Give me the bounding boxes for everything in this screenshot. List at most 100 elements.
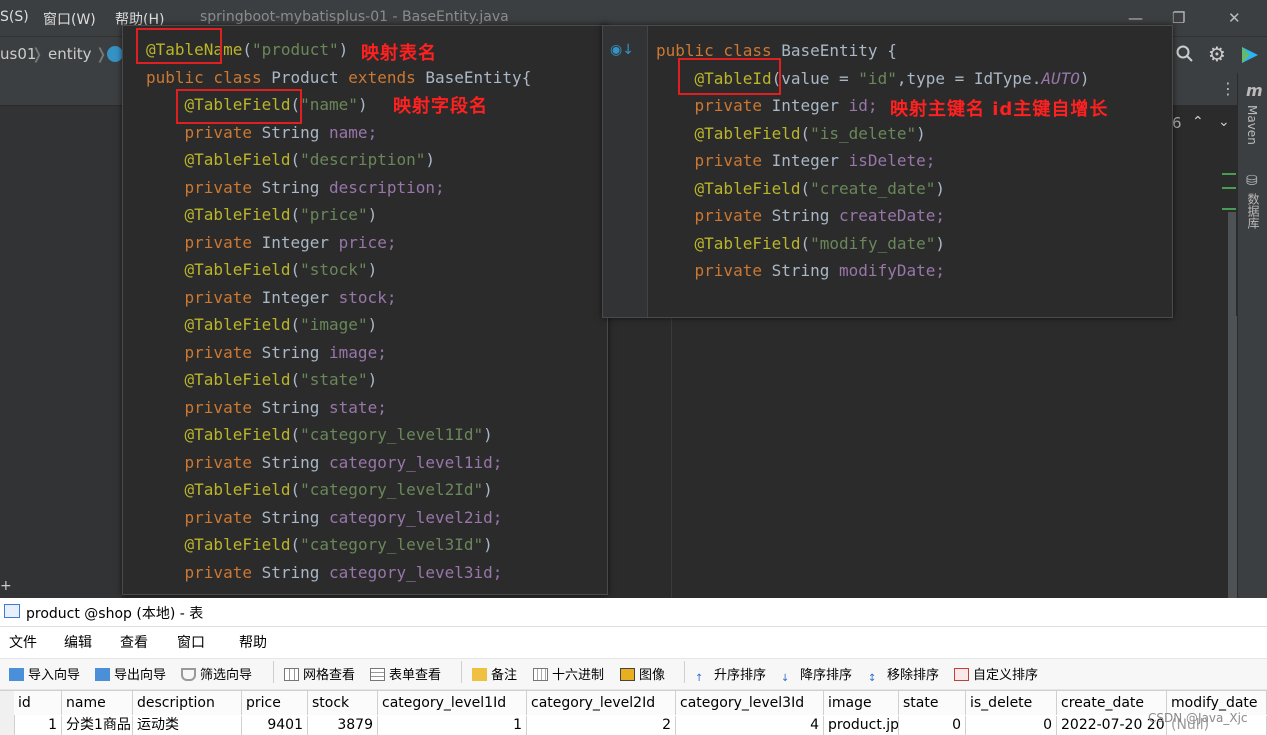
product-code-line: private Integer price;	[146, 232, 397, 254]
gear-icon[interactable]: ⚙	[1208, 42, 1226, 66]
memo-button[interactable]: 备注	[472, 664, 517, 683]
plugin-icon[interactable]	[1240, 45, 1260, 65]
table-cell[interactable]: 9401	[242, 716, 308, 735]
change-marker	[1222, 173, 1236, 175]
table-cell[interactable]: 1	[14, 716, 62, 735]
column-header-image[interactable]: image	[824, 691, 899, 715]
form-view-button[interactable]: 表单查看	[370, 664, 441, 683]
menu-item-window[interactable]: 窗口(W)	[43, 9, 96, 29]
code-token: String	[261, 452, 330, 472]
db-menu-view[interactable]: 查看	[120, 632, 148, 652]
add-icon[interactable]: +	[0, 578, 14, 598]
grid-view-button[interactable]: 网格查看	[284, 664, 355, 683]
more-vertical-icon[interactable]: ⋮	[1220, 79, 1236, 98]
code-token: )	[916, 123, 926, 143]
base-entity-code-line: private Integer isDelete;	[656, 150, 936, 172]
db-menu-edit[interactable]: 编辑	[64, 632, 92, 652]
hex-button[interactable]: 十六进制	[533, 664, 604, 683]
table-cell[interactable]: 2	[527, 716, 676, 735]
image-button[interactable]: 图像	[620, 664, 665, 683]
class-icon	[107, 46, 123, 62]
toolbar-separator	[461, 661, 462, 683]
grid-view-label: 网格查看	[303, 668, 356, 683]
column-header-price[interactable]: price	[242, 691, 308, 715]
maven-tool-label[interactable]: Maven	[1245, 105, 1259, 145]
column-header-state[interactable]: state	[899, 691, 966, 715]
code-token: @TableField	[146, 205, 291, 224]
table-id-highlight	[678, 58, 781, 95]
column-header-is-delete[interactable]: is_delete	[966, 691, 1057, 715]
db-menu-window[interactable]: 窗口	[177, 632, 205, 652]
export-wizard-button[interactable]: 导出向导	[95, 664, 166, 683]
image-label: 图像	[639, 668, 666, 683]
product-code-line: private Integer stock;	[146, 287, 397, 309]
code-token: String	[771, 261, 840, 280]
db-window-title: product @shop (本地) - 表	[26, 606, 204, 622]
sort-ascending-button[interactable]: ↑ 升序排序	[695, 664, 766, 685]
code-token: "product"	[251, 40, 339, 59]
code-token: (	[290, 370, 301, 389]
hex-icon	[533, 668, 548, 681]
base-entity-code-line: @TableField("modify_date")	[656, 233, 945, 255]
code-token: @TableField	[656, 123, 801, 143]
search-icon[interactable]	[1176, 45, 1194, 63]
code-token: state;	[329, 397, 387, 417]
table-cell[interactable]: 分类1商品	[62, 716, 133, 735]
table-icon	[4, 604, 20, 618]
project-panel	[0, 106, 122, 598]
product-code-line: private String category_level2id;	[146, 507, 503, 529]
column-header-category-level2id[interactable]: category_level2Id	[527, 691, 676, 715]
maximize-icon[interactable]: ❐	[1172, 9, 1185, 27]
implementation-icon[interactable]: ◉↓	[610, 42, 634, 58]
filter-wizard-button[interactable]: 筛选向导	[181, 664, 252, 683]
column-header-id[interactable]: id	[14, 691, 62, 715]
maven-icon[interactable]: m	[1246, 81, 1263, 100]
code-token: private	[146, 232, 262, 252]
code-token: @TableField	[656, 233, 801, 253]
code-token: private	[146, 507, 262, 527]
table-cell[interactable]: 3879	[308, 716, 378, 735]
db-menu-file[interactable]: 文件	[9, 632, 37, 652]
table-cell[interactable]: 0	[899, 716, 966, 735]
db-menu-help[interactable]: 帮助	[239, 632, 267, 652]
code-token: (	[290, 260, 301, 279]
product-code-line: private String category_level3id;	[146, 562, 503, 584]
code-token: @TableField	[146, 425, 291, 444]
vertical-scrollbar[interactable]	[1228, 316, 1237, 598]
code-token: Integer	[771, 151, 849, 170]
chevron-up-icon[interactable]: ⌃	[1192, 114, 1204, 130]
import-wizard-button[interactable]: 导入向导	[9, 664, 80, 683]
database-tool-label[interactable]: 数据库	[1245, 193, 1262, 229]
product-code-line: @TableField("category_level2Id")	[146, 479, 493, 501]
table-cell[interactable]: 0	[966, 716, 1057, 735]
scrollbar-thumb[interactable]	[1228, 212, 1236, 316]
grid-icon	[284, 668, 299, 681]
code-token: "description"	[300, 150, 426, 169]
remove-sort-button[interactable]: ↕ 移除排序	[868, 664, 939, 685]
column-header-name[interactable]: name	[62, 691, 133, 715]
window-title: springboot-mybatisplus-01 - BaseEntity.j…	[200, 9, 509, 25]
breadcrumb-package[interactable]: entity	[48, 45, 92, 63]
form-icon	[370, 668, 385, 681]
table-cell[interactable]: 运动类	[133, 716, 242, 735]
table-cell[interactable]: 1	[378, 716, 527, 735]
menu-item-s[interactable]: S(S)	[0, 9, 29, 25]
code-token: "name"	[300, 95, 358, 114]
custom-sort-button[interactable]: 自定义排序	[954, 664, 1038, 683]
product-code-line: public class Product extends BaseEntity{	[146, 67, 531, 89]
editor-area[interactable]	[607, 317, 1237, 598]
code-token: price;	[338, 232, 397, 252]
sort-ascending-label: 升序排序	[714, 668, 767, 683]
column-header-category-level3id[interactable]: category_level3Id	[676, 691, 824, 715]
code-token: (	[290, 425, 301, 444]
column-header-stock[interactable]: stock	[308, 691, 378, 715]
chevron-down-icon[interactable]: ⌄	[1218, 114, 1230, 130]
column-header-category-level1id[interactable]: category_level1Id	[378, 691, 527, 715]
editor-line-number: 6	[1172, 114, 1182, 132]
database-icon[interactable]: ⛁	[1246, 173, 1258, 189]
table-cell[interactable]: 4	[676, 716, 824, 735]
close-icon[interactable]: ✕	[1228, 9, 1241, 27]
column-header-description[interactable]: description	[133, 691, 242, 715]
table-cell[interactable]: product.jpg	[824, 716, 899, 735]
sort-descending-button[interactable]: ↓ 降序排序	[781, 664, 852, 685]
